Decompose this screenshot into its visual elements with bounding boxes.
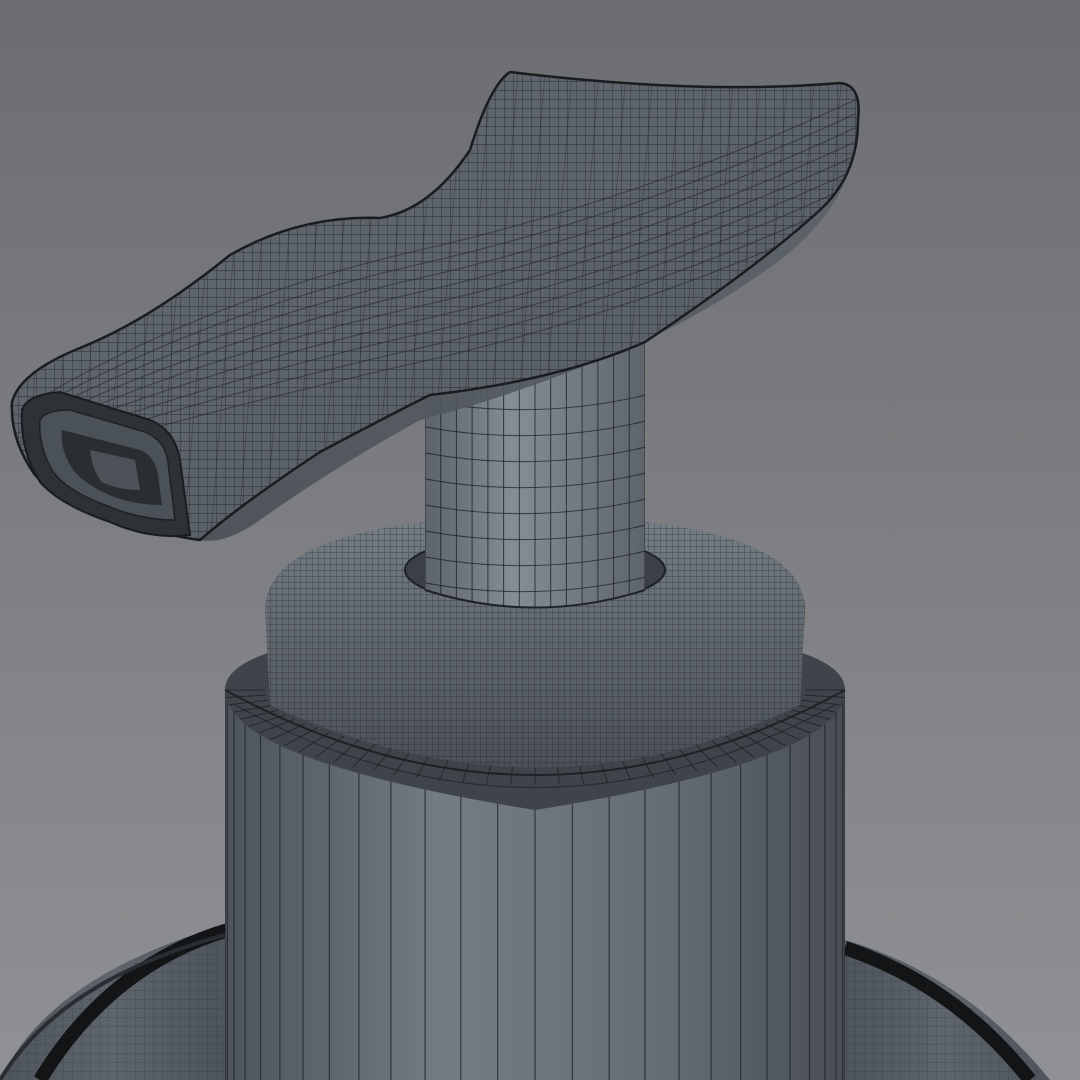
pump-wireframe-render [0, 0, 1080, 1080]
3d-viewport[interactable] [0, 0, 1080, 1080]
